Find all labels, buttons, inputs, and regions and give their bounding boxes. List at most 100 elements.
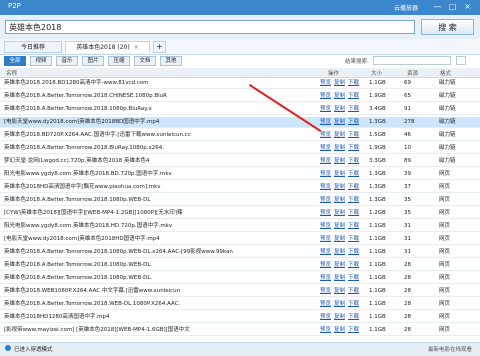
preview-link[interactable]: 预览 — [320, 221, 331, 231]
table-row[interactable]: [电影天堂www.dy2018.com]英雄本色2018HD国语中字.mp4 预览… — [0, 234, 480, 245]
table-row[interactable]: 英雄本色2018HD高清国语中字[飘花www.piaohua.com].mkv 预… — [0, 182, 480, 193]
tab-today-recommend[interactable]: 今日推荐 — [4, 41, 62, 53]
download-link[interactable]: 下载 — [348, 143, 359, 153]
preview-link[interactable]: 预览 — [320, 195, 331, 205]
preview-link[interactable]: 预览 — [320, 182, 331, 192]
table-row[interactable]: [电影天堂www.dy2018.com]英雄本色2018BD国语中字.mp4 预览… — [0, 117, 480, 128]
search-button[interactable]: 搜 索 — [421, 19, 474, 35]
download-link[interactable]: 下载 — [348, 195, 359, 205]
preview-link[interactable]: 预览 — [320, 78, 331, 88]
close-icon[interactable]: × — [462, 1, 473, 12]
download-link[interactable]: 下载 — [348, 234, 359, 244]
copy-link[interactable]: 复制 — [334, 260, 345, 270]
copy-link[interactable]: 复制 — [334, 208, 345, 218]
copy-link[interactable]: 复制 — [334, 325, 345, 335]
filter-other[interactable]: 其他 — [160, 56, 182, 66]
preview-link[interactable]: 预览 — [320, 104, 331, 114]
preview-link[interactable]: 预览 — [320, 299, 331, 309]
copy-link[interactable]: 复制 — [334, 273, 345, 283]
search-input[interactable]: 英雄本色2018 — [5, 20, 415, 34]
download-link[interactable]: 下载 — [348, 260, 359, 270]
table-row[interactable]: 英雄本色2018.A.Better.Tomorrow.2018.CHINESE.… — [0, 91, 480, 102]
download-link[interactable]: 下载 — [348, 117, 359, 127]
table-row[interactable]: 梦幻天堂·龙网(Lwgod.cc).720p.英雄本色2018.英雄本色4 预览复… — [0, 156, 480, 167]
preview-link[interactable]: 预览 — [320, 208, 331, 218]
copy-link[interactable]: 复制 — [334, 299, 345, 309]
table-row[interactable]: 英雄本色2018.A.Better.Tomorrow.2018.1080p.Bl… — [0, 104, 480, 115]
filter-document[interactable]: 文档 — [134, 56, 156, 66]
preview-link[interactable]: 预览 — [320, 169, 331, 179]
copy-link[interactable]: 复制 — [334, 286, 345, 296]
copy-link[interactable]: 复制 — [334, 78, 345, 88]
download-link[interactable]: 下载 — [348, 208, 359, 218]
copy-link[interactable]: 复制 — [334, 312, 345, 322]
filter-music[interactable]: 音乐 — [56, 56, 78, 66]
table-row[interactable]: 英雄本色2018.2018.BD1280高清中字-www.81vcd.com 预览… — [0, 78, 480, 89]
table-row[interactable]: 英雄本色2018.A.Better.Tomorrow.2018.1080p.WE… — [0, 260, 480, 271]
filter-archive[interactable]: 压缩 — [108, 56, 130, 66]
tab-search-result[interactable]: 英雄本色2018 (20) × — [65, 41, 150, 53]
download-link[interactable]: 下载 — [348, 286, 359, 296]
preview-link[interactable]: 预览 — [320, 143, 331, 153]
preview-link[interactable]: 预览 — [320, 312, 331, 322]
copy-link[interactable]: 复制 — [334, 247, 345, 257]
new-tab-button[interactable]: + — [153, 41, 166, 53]
table-row[interactable]: 阳光电影www.ygdy8.com.英雄本色2018.HD.720p.国语中字.… — [0, 221, 480, 232]
tab-close-icon[interactable]: × — [134, 44, 139, 51]
download-link[interactable]: 下载 — [348, 247, 359, 257]
download-link[interactable]: 下载 — [348, 169, 359, 179]
download-link[interactable]: 下载 — [348, 312, 359, 322]
cloud-player-label[interactable]: 云播放器 — [394, 3, 418, 12]
table-row[interactable]: 英雄本色2018.A.Better.Tomorrow.2018.BluRay.1… — [0, 143, 480, 154]
filter-all[interactable]: 全部 — [4, 56, 26, 66]
table-row[interactable]: 阳光电影www.ygdy8.com.英雄本色2018.BD.720p.国语中字.… — [0, 169, 480, 180]
result-filter-input[interactable] — [373, 56, 451, 65]
filter-image[interactable]: 图片 — [82, 56, 104, 66]
download-link[interactable]: 下载 — [348, 273, 359, 283]
copy-link[interactable]: 复制 — [334, 104, 345, 114]
copy-link[interactable]: 复制 — [334, 156, 345, 166]
preview-link[interactable]: 预览 — [320, 273, 331, 283]
download-link[interactable]: 下载 — [348, 156, 359, 166]
download-link[interactable]: 下载 — [348, 130, 359, 140]
preview-link[interactable]: 预览 — [320, 234, 331, 244]
preview-link[interactable]: 预览 — [320, 260, 331, 270]
copy-link[interactable]: 复制 — [334, 91, 345, 101]
maximize-icon[interactable]: □ — [447, 1, 458, 12]
download-link[interactable]: 下载 — [348, 91, 359, 101]
preview-link[interactable]: 预览 — [320, 91, 331, 101]
table-row[interactable]: 英雄本色2018HD1280高清国语中字.mp4 预览 复制 下载 1.1GB 28 网页 — [0, 312, 480, 323]
download-link[interactable]: 下载 — [348, 221, 359, 231]
preview-link[interactable]: 预览 — [320, 117, 331, 127]
status-link[interactable]: 最新电影在线观看 — [428, 345, 472, 353]
download-link[interactable]: 下载 — [348, 182, 359, 192]
table-row[interactable]: 英雄本色2018.A.Better.Tomorrow.2018.1080p.WE… — [0, 247, 480, 258]
filter-search-icon[interactable] — [456, 56, 466, 65]
copy-link[interactable]: 复制 — [334, 182, 345, 192]
col-seeds[interactable]: 资源 — [407, 69, 418, 77]
preview-link[interactable]: 预览 — [320, 156, 331, 166]
table-row[interactable]: 英雄本色2018.A.Better.Tomorrow.2018.1080p.WE… — [0, 195, 480, 206]
copy-link[interactable]: 复制 — [334, 234, 345, 244]
copy-link[interactable]: 复制 — [334, 130, 345, 140]
table-row[interactable]: 英雄本色2018.WEB1080P.X264.AAC.中文字幕.[迅雷www.x… — [0, 286, 480, 297]
table-row[interactable]: 英雄本色2018.A.Better.Tomorrow.2018.1080p.WE… — [0, 273, 480, 284]
preview-link[interactable]: 预览 — [320, 130, 331, 140]
download-link[interactable]: 下载 — [348, 325, 359, 335]
preview-link[interactable]: 预览 — [320, 325, 331, 335]
table-row[interactable]: 英雄本色2018.BD720P.X264.AAC.国语中字.[迅雷下载www.x… — [0, 130, 480, 141]
copy-link[interactable]: 复制 — [334, 195, 345, 205]
copy-link[interactable]: 复制 — [334, 169, 345, 179]
table-row[interactable]: [CYW]英雄本色2018][国语中字][WEB-MP4-1.2GB][1080… — [0, 208, 480, 219]
preview-link[interactable]: 预览 — [320, 247, 331, 257]
copy-link[interactable]: 复制 — [334, 117, 345, 127]
col-size[interactable]: 大小 — [371, 69, 382, 77]
download-link[interactable]: 下载 — [348, 78, 359, 88]
download-link[interactable]: 下载 — [348, 299, 359, 309]
filter-video[interactable]: 视频 — [30, 56, 52, 66]
download-link[interactable]: 下载 — [348, 104, 359, 114]
copy-link[interactable]: 复制 — [334, 221, 345, 231]
col-format[interactable]: 格式 — [440, 69, 451, 77]
preview-link[interactable]: 预览 — [320, 286, 331, 296]
minimize-icon[interactable]: — — [432, 1, 443, 12]
